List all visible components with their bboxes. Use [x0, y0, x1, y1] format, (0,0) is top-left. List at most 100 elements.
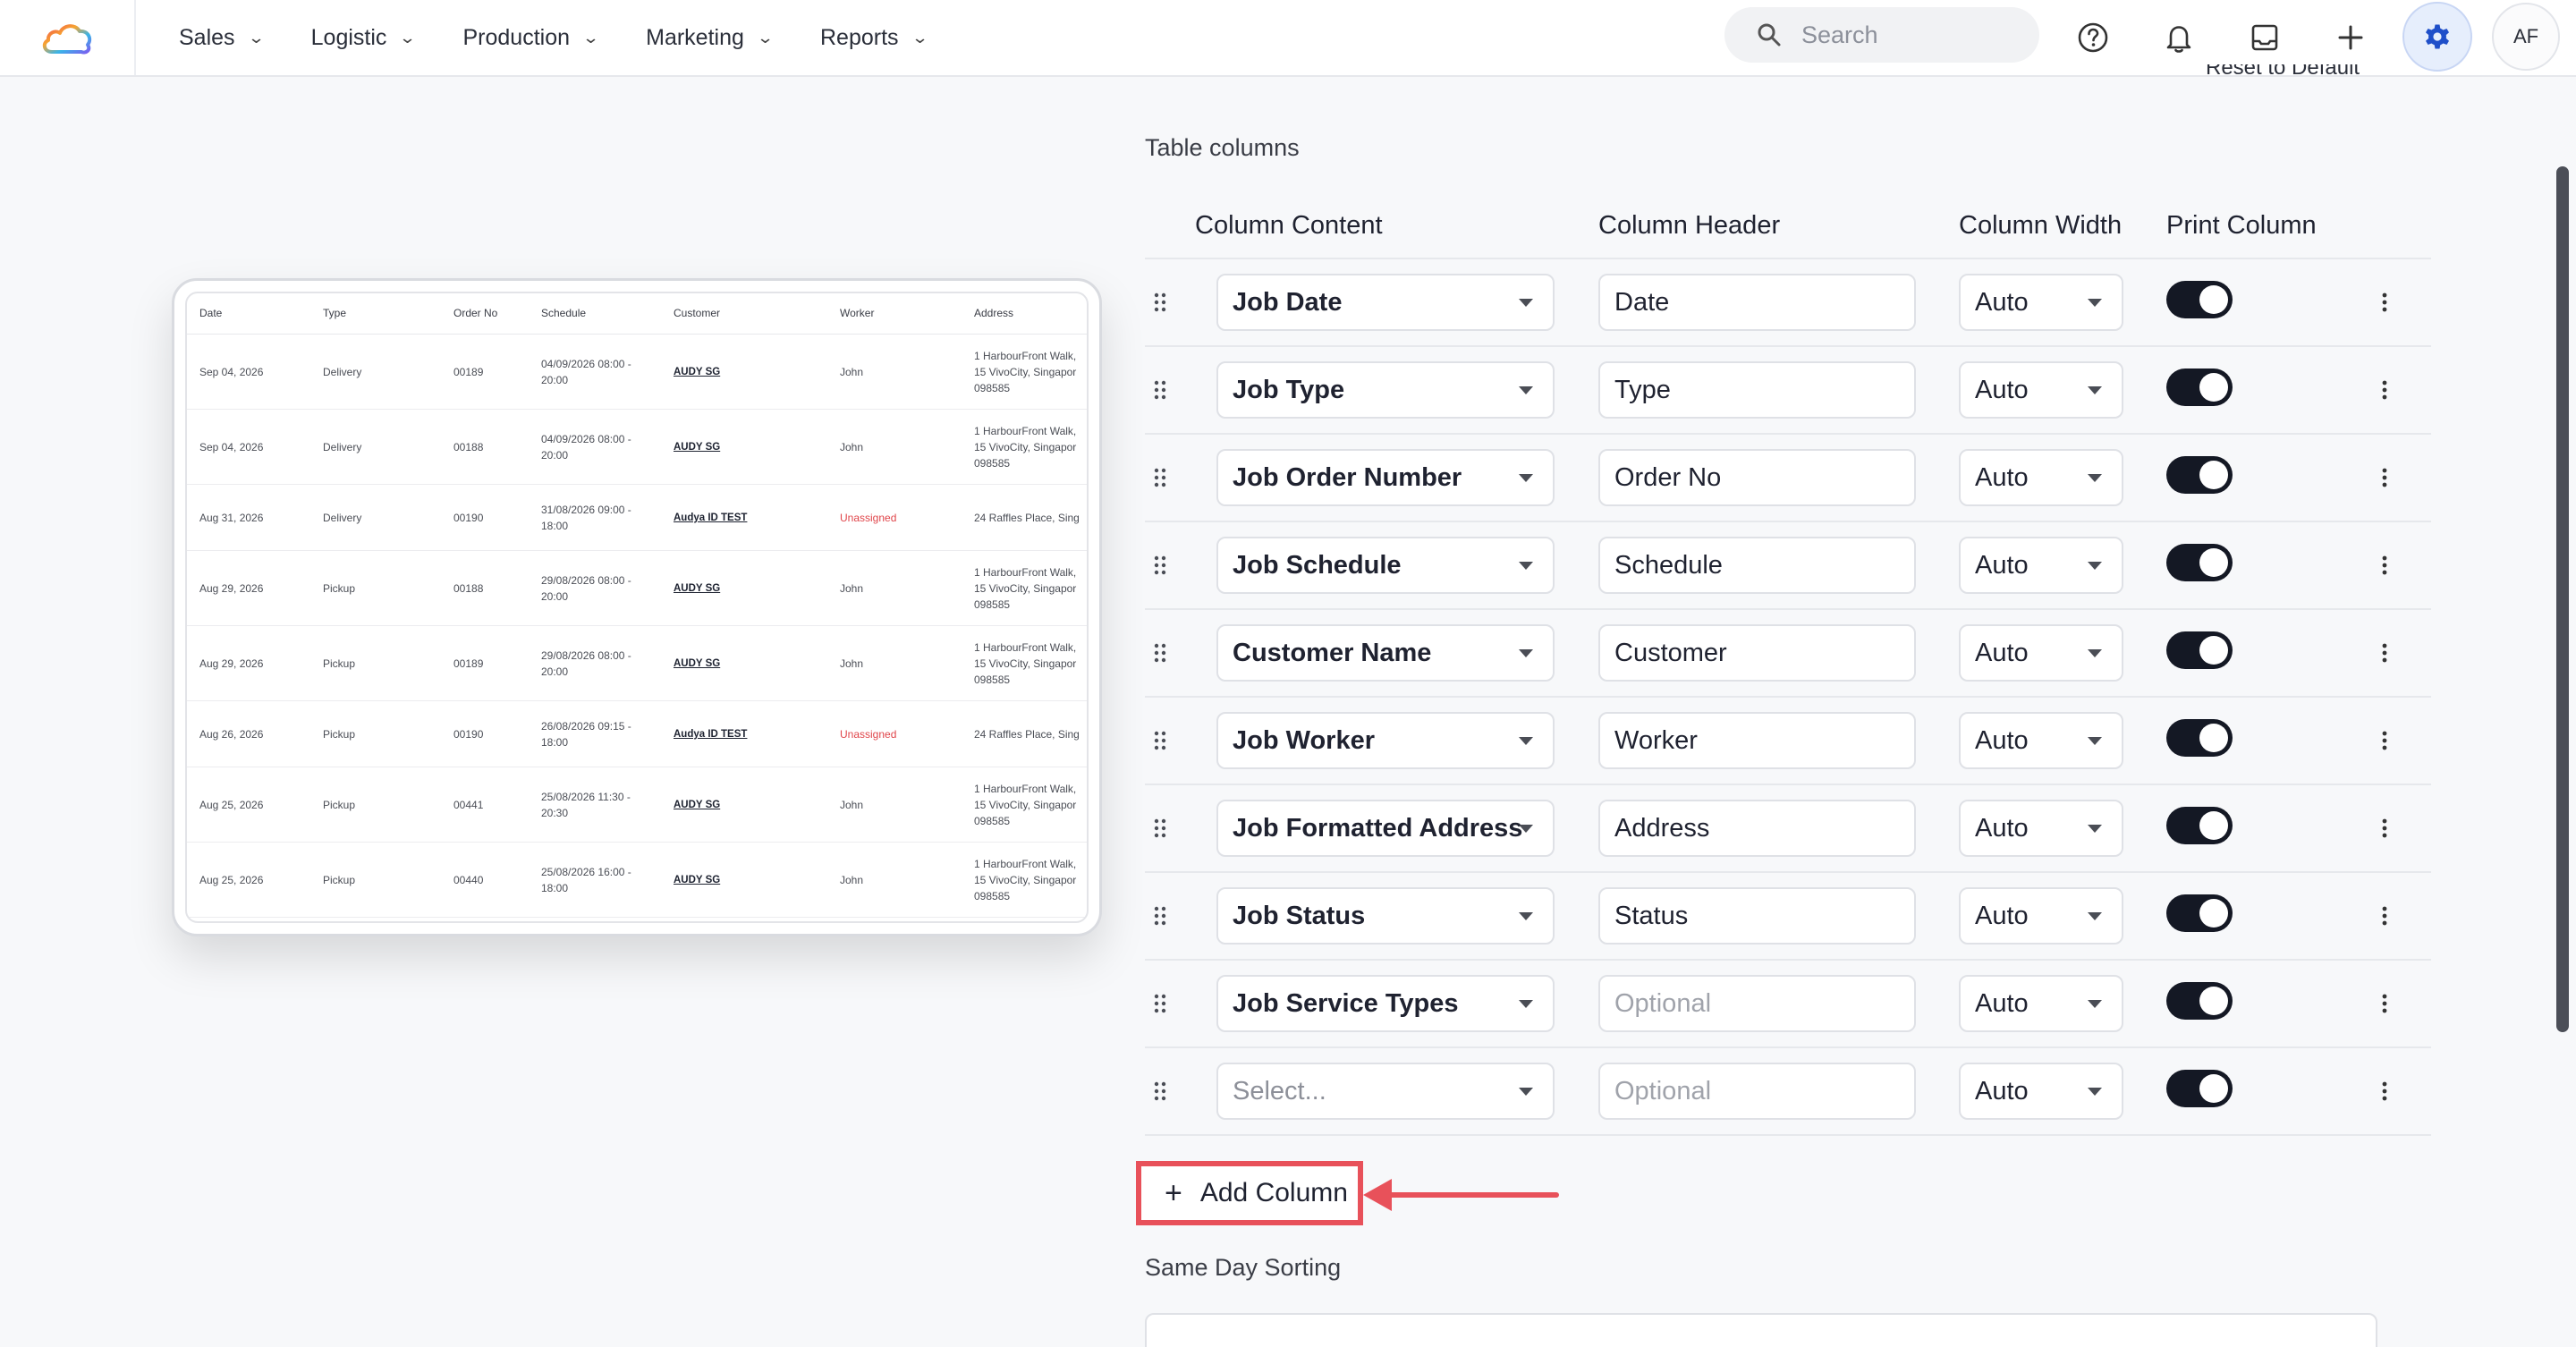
more-vertical-icon[interactable]	[2376, 638, 2394, 668]
column-width-select[interactable]: Auto	[1959, 887, 2123, 945]
create-button[interactable]	[2326, 13, 2376, 63]
column-width-select[interactable]: Auto	[1959, 449, 2123, 506]
preview-cell-order: 00188	[453, 441, 484, 453]
more-vertical-icon[interactable]	[2376, 287, 2394, 318]
column-header-input[interactable]: Optional	[1598, 975, 1916, 1032]
drag-handle-icon[interactable]	[1150, 379, 1170, 401]
preview-cell-address-line2: 15 VivoCity, Singapor	[974, 799, 1077, 811]
more-vertical-icon[interactable]	[2376, 462, 2394, 493]
column-width-select[interactable]: Auto	[1959, 274, 2123, 331]
drag-handle-icon[interactable]	[1150, 993, 1170, 1014]
column-content-select[interactable]: Job Formatted Address	[1216, 800, 1555, 857]
more-vertical-icon[interactable]	[2376, 375, 2394, 405]
header-print-column: Print Column	[2166, 211, 2317, 240]
drag-handle-icon[interactable]	[1150, 467, 1170, 488]
preview-cell-worker: Unassigned	[840, 512, 897, 524]
column-header-input[interactable]: Worker	[1598, 712, 1916, 769]
search-input[interactable]: Search	[1724, 7, 2039, 63]
row-divider	[1145, 784, 2431, 785]
column-width-select[interactable]: Auto	[1959, 800, 2123, 857]
column-header-input[interactable]: Date	[1598, 274, 1916, 331]
column-content-select[interactable]: Job Worker	[1216, 712, 1555, 769]
preview-cell-date: Sep 04, 2026	[199, 366, 264, 378]
print-column-toggle[interactable]	[2166, 544, 2233, 581]
app-logo[interactable]	[0, 0, 136, 75]
print-column-toggle[interactable]	[2166, 807, 2233, 844]
nav-reports[interactable]: Reports ⌄	[820, 25, 928, 51]
column-width-select[interactable]: Auto	[1959, 975, 2123, 1032]
print-column-toggle[interactable]	[2166, 719, 2233, 757]
inbox-button[interactable]	[2240, 13, 2290, 63]
help-button[interactable]	[2068, 13, 2118, 63]
preview-col-schedule: Schedule	[541, 307, 587, 319]
cloud-logo-icon	[42, 24, 92, 55]
drag-handle-icon[interactable]	[1150, 555, 1170, 576]
notifications-button[interactable]	[2154, 13, 2204, 63]
column-header-input[interactable]: Address	[1598, 800, 1916, 857]
column-content-select[interactable]: Job Order Number	[1216, 449, 1555, 506]
column-header-input[interactable]: Status	[1598, 887, 1916, 945]
column-header-input[interactable]: Type	[1598, 361, 1916, 419]
preview-cell-worker: John	[840, 799, 864, 811]
column-content-select[interactable]: Job Type	[1216, 361, 1555, 419]
add-column-button[interactable]: + Add Column	[1136, 1161, 1363, 1225]
column-header-input[interactable]: Optional	[1598, 1063, 1916, 1120]
print-column-toggle[interactable]	[2166, 631, 2233, 669]
more-vertical-icon[interactable]	[2376, 901, 2394, 931]
preview-cell-worker: John	[840, 441, 864, 453]
print-column-toggle[interactable]	[2166, 369, 2233, 406]
same-day-sorting-title: Same Day Sorting	[1145, 1254, 1342, 1281]
row-divider	[1145, 258, 2431, 259]
preview-cell-date: Aug 25, 2026	[199, 799, 264, 811]
nav-logistic[interactable]: Logistic ⌄	[311, 25, 417, 51]
preview-cell-type: Delivery	[323, 441, 362, 453]
column-header-value: Address	[1614, 813, 1710, 843]
more-vertical-icon[interactable]	[2376, 813, 2394, 843]
print-column-toggle[interactable]	[2166, 894, 2233, 932]
column-width-select[interactable]: Auto	[1959, 361, 2123, 419]
column-content-select[interactable]: Job Service Types	[1216, 975, 1555, 1032]
column-header-input[interactable]: Customer	[1598, 624, 1916, 682]
column-width-select[interactable]: Auto	[1959, 1063, 2123, 1120]
drag-handle-icon[interactable]	[1150, 292, 1170, 313]
caret-down-icon	[2088, 562, 2102, 570]
drag-handle-icon[interactable]	[1150, 642, 1170, 664]
column-content-select[interactable]: Job Status	[1216, 887, 1555, 945]
more-vertical-icon[interactable]	[2376, 550, 2394, 580]
column-width-value: Auto	[1975, 988, 2029, 1018]
column-width-select[interactable]: Auto	[1959, 624, 2123, 682]
column-header-input[interactable]: Order No	[1598, 449, 1916, 506]
drag-handle-icon[interactable]	[1150, 730, 1170, 751]
nav-marketing[interactable]: Marketing ⌄	[646, 25, 774, 51]
preview-cell-worker: John	[840, 366, 864, 378]
more-vertical-icon[interactable]	[2376, 1076, 2394, 1106]
column-header-input[interactable]: Schedule	[1598, 537, 1916, 594]
reset-to-default-link[interactable]: Reset to Default	[2206, 64, 2360, 88]
add-column-label: Add Column	[1199, 1178, 1348, 1207]
nav-production[interactable]: Production ⌄	[463, 25, 600, 51]
column-width-select[interactable]: Auto	[1959, 537, 2123, 594]
column-width-select[interactable]: Auto	[1959, 712, 2123, 769]
more-vertical-icon[interactable]	[2376, 988, 2394, 1019]
nav-sales[interactable]: Sales ⌄	[179, 25, 265, 51]
print-column-toggle[interactable]	[2166, 1070, 2233, 1107]
column-content-select[interactable]: Customer Name	[1216, 624, 1555, 682]
print-column-toggle[interactable]	[2166, 456, 2233, 494]
preview-cell-address-line3: 098585	[974, 890, 1011, 902]
column-content-value: Job Order Number	[1233, 462, 1462, 492]
scrollbar-thumb[interactable]	[2556, 166, 2569, 1032]
drag-handle-icon[interactable]	[1150, 905, 1170, 927]
preview-cell-order: 00190	[453, 512, 484, 524]
settings-button[interactable]	[2402, 2, 2472, 72]
more-vertical-icon[interactable]	[2376, 725, 2394, 756]
column-content-select[interactable]: Select...	[1216, 1063, 1555, 1120]
preview-cell-type: Delivery	[323, 512, 362, 524]
same-day-sorting-list[interactable]	[1145, 1313, 2377, 1347]
user-avatar[interactable]: AF	[2492, 3, 2560, 71]
drag-handle-icon[interactable]	[1150, 1080, 1170, 1102]
column-content-select[interactable]: Job Schedule	[1216, 537, 1555, 594]
print-column-toggle[interactable]	[2166, 281, 2233, 318]
print-column-toggle[interactable]	[2166, 982, 2233, 1020]
drag-handle-icon[interactable]	[1150, 818, 1170, 839]
column-content-select[interactable]: Job Date	[1216, 274, 1555, 331]
